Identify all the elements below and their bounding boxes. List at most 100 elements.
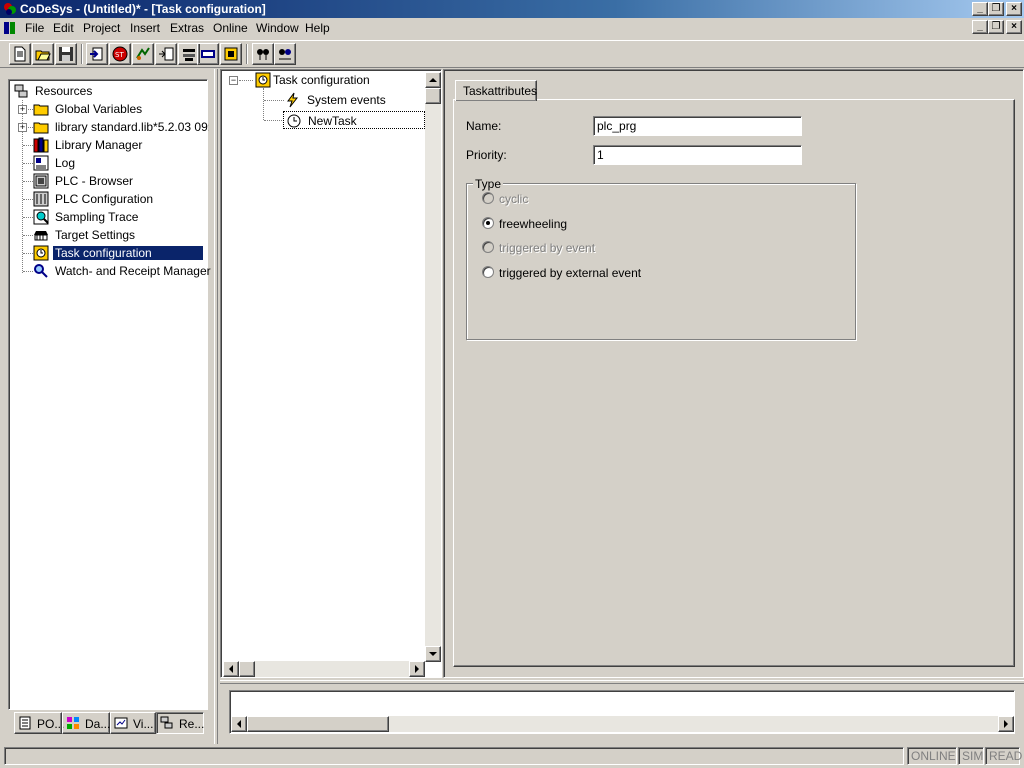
tree-item-watch-receipt-manager[interactable]: Watch- and Receipt Manager <box>31 262 211 280</box>
run-button[interactable] <box>132 43 154 65</box>
status-sim: SIM <box>958 747 984 765</box>
restore-button[interactable]: ❐ <box>988 2 1004 16</box>
window-title: CoDeSys - (Untitled)* - [Task configurat… <box>20 2 266 16</box>
close-button[interactable]: × <box>1006 2 1022 16</box>
radio-triggered-by-external-event[interactable] <box>482 266 494 278</box>
menu-extras[interactable]: Extras <box>170 21 204 35</box>
menu-window[interactable]: Window <box>256 21 299 35</box>
tree-item-sampling-trace[interactable]: Sampling Trace <box>31 208 211 226</box>
print-button[interactable] <box>220 43 242 65</box>
priority-field[interactable]: 1 <box>593 145 802 165</box>
tree-item-library-manager[interactable]: Library Manager <box>31 136 211 154</box>
status-bar: ONLINE SIM READ <box>0 744 1024 768</box>
print-icon <box>224 47 238 61</box>
vertical-splitter[interactable] <box>214 69 218 744</box>
menu-edit[interactable]: Edit <box>53 21 74 35</box>
document-menu-icon[interactable] <box>3 21 17 35</box>
message-scroll-left-button[interactable] <box>231 716 247 732</box>
tree-root-task-configuration[interactable]: Task configuration <box>253 71 413 89</box>
open-button[interactable] <box>32 43 54 65</box>
doc-minimize-button[interactable]: _ <box>972 20 988 34</box>
minimize-button[interactable]: _ <box>972 2 988 16</box>
triggered-by-event-label: triggered by event <box>499 241 596 255</box>
message-scroll-thumb[interactable] <box>247 716 389 732</box>
find-button[interactable] <box>252 43 274 65</box>
horizontal-splitter[interactable] <box>220 680 1024 684</box>
message-scroll-right-button[interactable] <box>998 716 1014 732</box>
type-groupbox <box>466 183 856 340</box>
target-settings-icon <box>34 231 48 241</box>
task-tree[interactable]: − Task configuration System events NewTa… <box>220 69 442 678</box>
doc-restore-button[interactable]: ❐ <box>988 20 1004 34</box>
arrow-left-icon <box>237 720 241 728</box>
triggered-by-external-event-label[interactable]: triggered by external event <box>499 266 641 280</box>
tree-item-system-events[interactable]: System events <box>283 91 433 109</box>
priority-label: Priority: <box>466 148 507 162</box>
expand-library-standard[interactable]: + <box>18 123 27 132</box>
library-books-icon <box>33 137 49 153</box>
menu-help[interactable]: Help <box>305 21 330 35</box>
svg-text:ST: ST <box>115 51 124 59</box>
resources-tree[interactable]: Resources + Global Variables + library s… <box>8 79 211 710</box>
collapse-task-configuration[interactable]: − <box>229 76 238 85</box>
step-icon <box>159 47 174 61</box>
scroll-down-button[interactable] <box>425 646 441 662</box>
expand-global-variables[interactable]: + <box>18 105 27 114</box>
stop-icon: ST <box>112 46 128 62</box>
login-button[interactable] <box>86 43 108 65</box>
vertical-scroll-thumb[interactable] <box>425 88 441 104</box>
scroll-right-button[interactable] <box>409 661 425 677</box>
folder-icon <box>33 122 49 134</box>
taskattributes-page: Name: plc_prg Priority: 1 Type cyclic fr… <box>453 99 1015 667</box>
tab-taskattributes[interactable]: Taskattributes <box>455 80 537 101</box>
tab-pous[interactable]: PO... <box>14 712 64 734</box>
menu-online[interactable]: Online <box>213 21 248 35</box>
vertical-scrollbar[interactable] <box>425 72 441 661</box>
name-field[interactable]: plc_prg <box>593 116 802 136</box>
tree-item-newtask[interactable]: NewTask <box>283 111 425 129</box>
login-icon <box>90 47 103 61</box>
tab-resources[interactable]: Re... <box>156 712 204 734</box>
tree-item-global-variables[interactable]: Global Variables <box>31 100 211 118</box>
type-group-label: Type <box>473 177 504 191</box>
tab-visualizations[interactable]: Vi... <box>110 712 156 734</box>
toolbar: ST <box>0 40 1024 68</box>
tree-item-log[interactable]: Log <box>31 154 211 172</box>
run-icon <box>136 47 150 60</box>
replace-button[interactable] <box>274 43 296 65</box>
stop-button[interactable]: ST <box>109 43 131 65</box>
menu-file[interactable]: File <box>25 21 44 35</box>
resources-icon <box>14 84 28 98</box>
magnifier-icon <box>34 264 48 278</box>
freewheeling-label[interactable]: freewheeling <box>499 217 567 231</box>
tree-item-task-configuration[interactable]: Task configuration <box>31 244 205 262</box>
horizontal-scroll-thumb[interactable] <box>239 661 255 677</box>
status-message <box>4 747 904 765</box>
save-button[interactable] <box>55 43 77 65</box>
step-button[interactable] <box>155 43 177 65</box>
tree-item-target-settings[interactable]: Target Settings <box>31 226 211 244</box>
scroll-up-button[interactable] <box>425 72 441 88</box>
arrow-right-icon <box>1004 720 1008 728</box>
sampling-trace-icon <box>33 209 49 225</box>
title-bar[interactable]: CoDeSys - (Untitled)* - [Task configurat… <box>0 0 1024 18</box>
plc-configuration-icon <box>33 191 49 207</box>
radio-freewheeling[interactable] <box>482 217 494 229</box>
doc-close-button[interactable]: × <box>1006 20 1022 34</box>
tree-item-plc-configuration[interactable]: PLC Configuration <box>31 190 211 208</box>
scroll-left-button[interactable] <box>223 661 239 677</box>
tree-root-resources[interactable]: Resources <box>11 82 201 100</box>
status-online: ONLINE <box>907 747 957 765</box>
task-configuration-icon <box>255 72 271 88</box>
tree-item-plc-browser[interactable]: PLC - Browser <box>31 172 211 190</box>
new-button[interactable] <box>9 43 31 65</box>
status-read: READ <box>985 747 1022 765</box>
message-window[interactable] <box>229 690 1015 734</box>
codesys-app-icon <box>4 3 16 15</box>
tab-data-types[interactable]: Da... <box>62 712 110 734</box>
menu-insert[interactable]: Insert <box>130 21 160 35</box>
menu-project[interactable]: Project <box>83 21 120 35</box>
build-button[interactable] <box>197 43 219 65</box>
tree-item-library-standard[interactable]: library standard.lib*5.2.03 09:51: <box>31 118 209 136</box>
breakpoint-icon <box>183 49 195 61</box>
